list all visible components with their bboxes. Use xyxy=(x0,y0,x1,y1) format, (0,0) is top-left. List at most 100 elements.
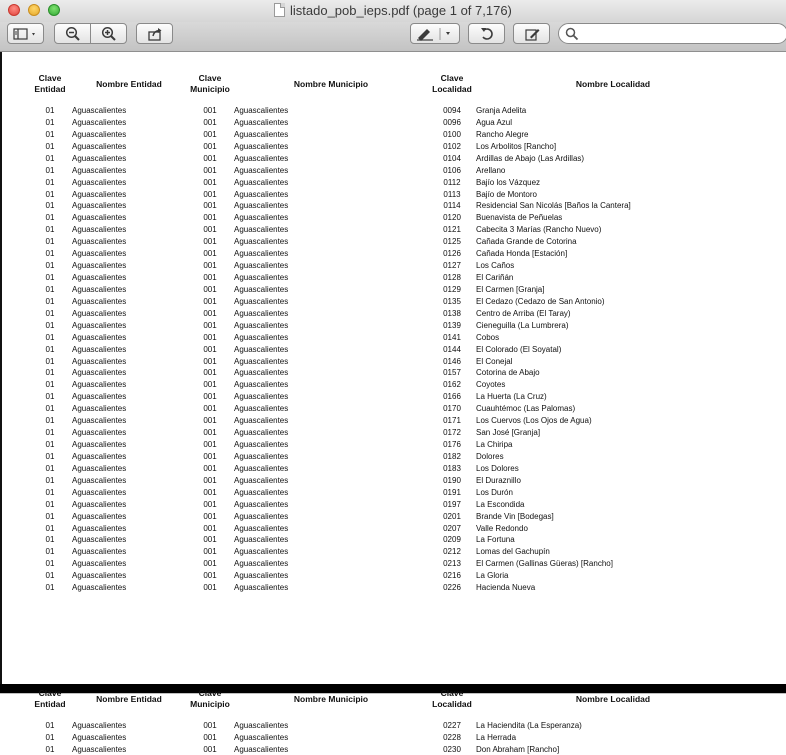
sidebar-toggle-button[interactable] xyxy=(7,23,44,44)
cell-clave-localidad: 0190 xyxy=(443,475,461,485)
cell-nombre-localidad: Buenavista de Peñuelas xyxy=(476,213,563,223)
annotate-button[interactable] xyxy=(410,23,460,44)
cell-nombre-municipio: Aguascalientes xyxy=(234,153,289,163)
cell-nombre-localidad: Cabecita 3 Marías (Rancho Nuevo) xyxy=(476,225,602,235)
header-col-nombre-municipio: Nombre Municipio xyxy=(293,694,369,704)
cell-nombre-entidad: Aguascalientes xyxy=(72,535,127,545)
cell-nombre-entidad: Aguascalientes xyxy=(72,380,127,390)
close-window-button[interactable] xyxy=(8,4,20,16)
cell-clave-localidad: 0128 xyxy=(443,273,461,283)
cell-clave-entidad: 01 xyxy=(45,721,55,730)
cell-nombre-localidad: Los Cuervos (Los Ojos de Agua) xyxy=(476,416,592,426)
cell-nombre-localidad: Valle Redondo xyxy=(476,523,528,533)
cell-nombre-localidad: Los Arbolitos [Rancho] xyxy=(476,141,557,151)
cell-clave-entidad: 01 xyxy=(45,225,55,235)
pdf-viewer[interactable]: Clave Entidad Nombre Entidad Clave Municip… xyxy=(0,52,786,754)
cell-nombre-municipio: Aguascalientes xyxy=(234,284,289,294)
cell-clave-localidad: 0139 xyxy=(443,320,461,330)
search-icon xyxy=(565,27,579,41)
cell-clave-localidad: 0191 xyxy=(443,487,461,497)
share-button[interactable] xyxy=(136,23,173,44)
edit-toolbar-button[interactable] xyxy=(513,23,550,44)
cell-nombre-municipio: Aguascalientes xyxy=(234,225,289,235)
cell-nombre-localidad: Cobos xyxy=(476,332,500,342)
cell-nombre-entidad: Aguascalientes xyxy=(72,344,127,354)
cell-nombre-localidad: El Carmen [Granja] xyxy=(476,284,545,294)
share-icon xyxy=(147,27,161,41)
cell-nombre-localidad: Hacienda Nueva xyxy=(476,583,536,593)
cell-clave-entidad: 01 xyxy=(45,177,55,187)
cell-clave-entidad: 01 xyxy=(45,440,55,450)
cell-clave-entidad: 01 xyxy=(45,571,55,581)
cell-clave-municipio: 001 xyxy=(203,177,217,187)
cell-clave-municipio: 001 xyxy=(203,571,217,581)
cell-clave-entidad: 01 xyxy=(45,320,55,330)
cell-nombre-entidad: Aguascalientes xyxy=(72,296,127,306)
title-bar: listado_pob_ieps.pdf (page 1 of 7,176) xyxy=(0,0,786,22)
cell-clave-localidad: 0170 xyxy=(443,404,461,414)
cell-clave-localidad: 0129 xyxy=(443,284,461,294)
cell-nombre-localidad: Dolores xyxy=(476,451,504,461)
minimize-window-button[interactable] xyxy=(28,4,40,16)
cell-nombre-localidad: San José [Granja] xyxy=(476,428,541,438)
cell-clave-municipio: 001 xyxy=(203,368,217,378)
cell-nombre-localidad: Cañada Grande de Cotorina xyxy=(476,237,577,247)
cell-clave-entidad: 01 xyxy=(45,129,55,139)
cell-nombre-municipio: Aguascalientes xyxy=(234,237,289,247)
cell-clave-localidad: 0094 xyxy=(443,106,461,115)
cell-nombre-entidad: Aguascalientes xyxy=(72,499,127,509)
cell-nombre-entidad: Aguascalientes xyxy=(72,165,127,175)
cell-clave-entidad: 01 xyxy=(45,344,55,354)
cell-nombre-municipio: Aguascalientes xyxy=(234,404,289,414)
cell-nombre-municipio: Aguascalientes xyxy=(234,189,289,199)
cell-nombre-municipio: Aguascalientes xyxy=(234,129,289,139)
cell-clave-entidad: 01 xyxy=(45,463,55,473)
header-col-nombre-entidad: Nombre Entidad xyxy=(96,79,162,89)
cell-nombre-localidad: Los Durón xyxy=(476,487,513,497)
cell-clave-municipio: 001 xyxy=(203,201,217,211)
cell-clave-localidad: 0162 xyxy=(443,380,461,390)
cell-clave-localidad: 0141 xyxy=(443,332,461,342)
cell-clave-municipio: 001 xyxy=(203,380,217,390)
cell-clave-entidad: 01 xyxy=(45,392,55,402)
cell-nombre-municipio: Aguascalientes xyxy=(234,368,289,378)
cell-clave-municipio: 001 xyxy=(203,237,217,247)
edit-toolbar-icon xyxy=(524,28,539,41)
header-col-clave-municipio: Clave Municipio xyxy=(190,73,230,94)
zoom-in-button[interactable] xyxy=(90,23,127,44)
cell-clave-localidad: 0228 xyxy=(443,732,461,742)
cell-clave-localidad: 0138 xyxy=(443,308,461,318)
header-col-nombre-entidad: Nombre Entidad xyxy=(96,694,162,704)
cell-nombre-entidad: Aguascalientes xyxy=(72,571,127,581)
cell-nombre-entidad: Aguascalientes xyxy=(72,523,127,533)
zoom-window-button[interactable] xyxy=(48,4,60,16)
cell-clave-entidad: 01 xyxy=(45,380,55,390)
rotate-icon xyxy=(480,27,493,40)
cell-nombre-entidad: Aguascalientes xyxy=(72,440,127,450)
cell-nombre-municipio: Aguascalientes xyxy=(234,177,289,187)
cell-nombre-municipio: Aguascalientes xyxy=(234,141,289,151)
cell-nombre-municipio: Aguascalientes xyxy=(234,344,289,354)
cell-clave-localidad: 0125 xyxy=(443,237,461,247)
cell-clave-entidad: 01 xyxy=(45,153,55,163)
zoom-out-button[interactable] xyxy=(54,23,91,44)
cell-nombre-municipio: Aguascalientes xyxy=(234,523,289,533)
cell-clave-municipio: 001 xyxy=(203,273,217,283)
cell-nombre-localidad: El Colorado (El Soyatal) xyxy=(476,344,562,354)
cell-clave-localidad: 0212 xyxy=(443,547,461,557)
rotate-button[interactable] xyxy=(468,23,505,44)
cell-clave-municipio: 001 xyxy=(203,416,217,426)
cell-nombre-municipio: Aguascalientes xyxy=(234,380,289,390)
cell-clave-entidad: 01 xyxy=(45,451,55,461)
cell-clave-entidad: 01 xyxy=(45,189,55,199)
cell-clave-municipio: 001 xyxy=(203,404,217,414)
header-col-clave-entidad: Clave Entidad xyxy=(34,688,66,709)
cell-clave-entidad: 01 xyxy=(45,237,55,247)
cell-nombre-entidad: Aguascalientes xyxy=(72,559,127,569)
cell-clave-localidad: 0227 xyxy=(443,721,461,730)
cell-clave-municipio: 001 xyxy=(203,189,217,199)
cell-clave-entidad: 01 xyxy=(45,523,55,533)
cell-clave-entidad: 01 xyxy=(45,213,55,223)
search-field[interactable] xyxy=(558,23,786,44)
cell-clave-municipio: 001 xyxy=(203,475,217,485)
